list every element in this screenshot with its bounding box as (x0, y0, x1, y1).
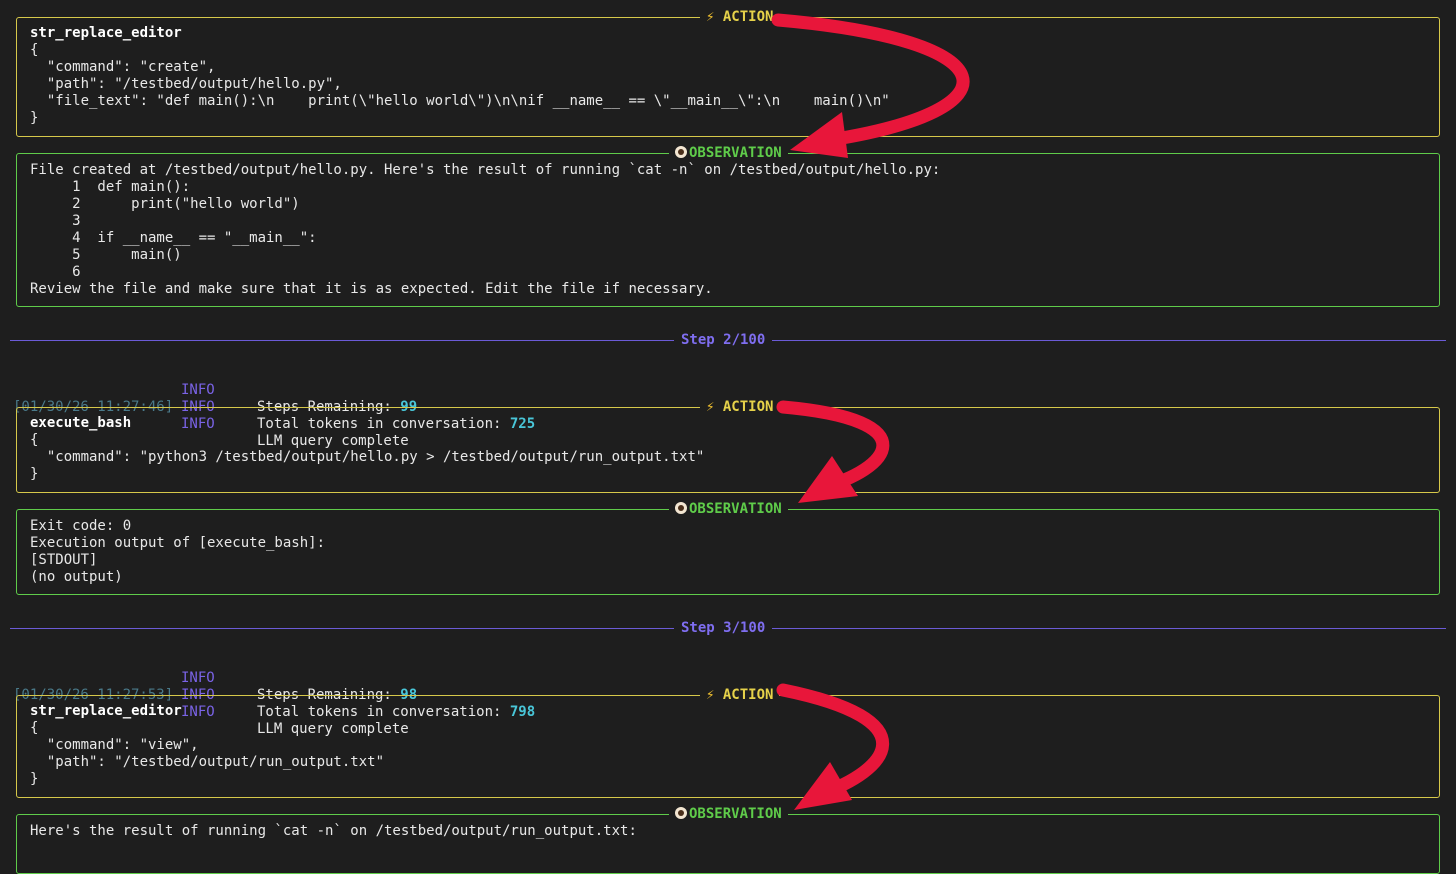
observation-panel-2: OBSERVATION Exit code: 0 Execution outpu… (16, 499, 1440, 595)
output-line: 1 def main(): (30, 179, 191, 195)
observation-title-3: OBSERVATION (669, 804, 788, 824)
code-line: { (30, 720, 39, 736)
output-line: 6 (30, 264, 81, 280)
action-panel-3: ⚡ ACTION str_replace_editor { "command":… (16, 685, 1440, 798)
step-divider-2: Step 2/100 (10, 331, 1446, 349)
tool-name: str_replace_editor (30, 703, 182, 719)
code-line: "command": "create", (30, 59, 216, 75)
code-line: { (30, 42, 39, 58)
code-line: } (30, 771, 39, 787)
observation-label: OBSERVATION (689, 145, 782, 161)
log-line: INFO Steps Remaining: 99 (0, 348, 1456, 415)
eye-icon (675, 146, 687, 158)
output-line: [STDOUT] (30, 552, 98, 568)
output-line: 5 main() (30, 247, 182, 263)
action-label: ACTION (722, 9, 774, 25)
output-line: 4 if __name__ == "__main__": (30, 230, 317, 246)
observation-panel-3: OBSERVATION Here's the result of running… (16, 804, 1440, 874)
log-line: INFO Steps Remaining: 98 (0, 636, 1456, 703)
step-label: Step 3/100 (674, 619, 773, 637)
code-line: } (30, 466, 39, 482)
observation-title-2: OBSERVATION (669, 499, 788, 519)
output-line: Here's the result of running `cat -n` on… (30, 823, 637, 839)
observation-label: OBSERVATION (689, 501, 782, 517)
lightning-icon: ⚡ (706, 687, 715, 703)
code-line: "path": "/testbed/output/run_output.txt" (30, 754, 385, 770)
output-line: Exit code: 0 (30, 518, 132, 534)
eye-icon (675, 502, 687, 514)
action-title-3: ⚡ ACTION (700, 685, 780, 705)
tool-name: execute_bash (30, 415, 132, 431)
log-line: INFO Total tokens in conversation: 798 (0, 653, 1456, 720)
action-panel-1: ⚡ ACTION str_replace_editor { "command":… (16, 7, 1440, 137)
code-line: "path": "/testbed/output/hello.py", (30, 76, 342, 92)
code-line: "command": "view", (30, 737, 199, 753)
output-line: (no output) (30, 569, 123, 585)
lightning-icon: ⚡ (706, 9, 715, 25)
observation-title-1: OBSERVATION (669, 143, 788, 163)
observation-label: OBSERVATION (689, 806, 782, 822)
output-line: 2 print("hello world") (30, 196, 300, 212)
step-divider-3: Step 3/100 (10, 619, 1446, 637)
tool-name: str_replace_editor (30, 25, 182, 41)
action-title-2: ⚡ ACTION (700, 397, 780, 417)
action-label: ACTION (722, 399, 774, 415)
eye-icon (675, 807, 687, 819)
lightning-icon: ⚡ (706, 399, 715, 415)
action-label: ACTION (722, 687, 774, 703)
output-line: File created at /testbed/output/hello.py… (30, 162, 941, 178)
observation-panel-1: OBSERVATION File created at /testbed/out… (16, 143, 1440, 307)
action-title-1: ⚡ ACTION (700, 7, 780, 27)
code-line: "command": "python3 /testbed/output/hell… (30, 449, 705, 465)
step-label: Step 2/100 (674, 331, 773, 349)
log-line: INFO Total tokens in conversation: 725 (0, 365, 1456, 432)
output-line: Execution output of [execute_bash]: (30, 535, 326, 551)
output-line: 3 (30, 213, 81, 229)
output-line: Review the file and make sure that it is… (30, 281, 713, 297)
code-line: { (30, 432, 39, 448)
code-line: "file_text": "def main():\n print(\"hell… (30, 93, 890, 109)
action-panel-2: ⚡ ACTION execute_bash { "command": "pyth… (16, 397, 1440, 493)
code-line: } (30, 110, 39, 126)
